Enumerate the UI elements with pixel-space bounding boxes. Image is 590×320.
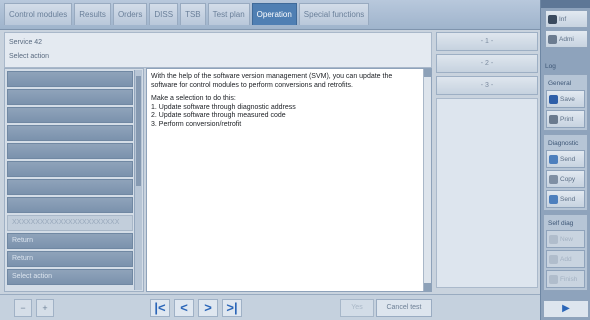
print-button[interactable]: Print bbox=[546, 110, 585, 128]
list-item[interactable] bbox=[7, 71, 133, 87]
diagnostic-group: Diagnostic Send Copy Send bbox=[543, 134, 588, 211]
yes-button[interactable]: Yes bbox=[340, 299, 374, 317]
new-button[interactable]: New bbox=[546, 230, 585, 248]
tab-test-plan[interactable]: Test plan bbox=[207, 3, 250, 25]
tab-operation[interactable]: Operation bbox=[251, 3, 297, 25]
send-2-button[interactable]: Send bbox=[546, 190, 585, 208]
tab-tsb[interactable]: TSB bbox=[180, 3, 206, 25]
log-label: Log bbox=[545, 63, 556, 70]
gear-icon bbox=[548, 34, 557, 44]
tab-orders[interactable]: Orders bbox=[112, 3, 148, 25]
info-icon bbox=[548, 14, 557, 24]
right-sidebar: Inf Admi Log General Save Print Diagnost… bbox=[540, 0, 590, 320]
list-item[interactable] bbox=[7, 89, 133, 105]
save-button[interactable]: Save bbox=[546, 90, 585, 108]
send-icon bbox=[549, 194, 558, 204]
scroll-up-icon[interactable] bbox=[424, 69, 431, 77]
next-button[interactable]: > bbox=[198, 299, 218, 317]
list-item-return[interactable]: Return bbox=[7, 251, 133, 267]
action-list: XXXXXXXXXXXXXXXXXXXXXXX Return Return Se… bbox=[4, 68, 144, 292]
tab-results[interactable]: Results bbox=[74, 3, 111, 25]
print-icon bbox=[549, 114, 558, 124]
add-button[interactable]: Add bbox=[546, 250, 585, 268]
info-button[interactable]: Inf bbox=[545, 10, 588, 28]
service-subtitle: Select action bbox=[9, 53, 50, 60]
copy-icon bbox=[549, 174, 558, 184]
list-scrollbar-thumb[interactable] bbox=[136, 76, 141, 186]
list-item[interactable] bbox=[7, 161, 133, 177]
add-icon bbox=[549, 254, 558, 264]
general-group: General Save Print bbox=[543, 74, 588, 131]
first-page-button[interactable]: |< bbox=[150, 299, 170, 317]
copy-button[interactable]: Copy bbox=[546, 170, 585, 188]
diagnostic-label: Diagnostic bbox=[548, 140, 579, 147]
list-item[interactable]: XXXXXXXXXXXXXXXXXXXXXXX bbox=[7, 215, 133, 231]
step-panel bbox=[436, 98, 538, 288]
step-1-button[interactable]: - 1 - bbox=[436, 32, 538, 51]
step-3-button[interactable]: - 3 - bbox=[436, 76, 538, 95]
option-3-text: 3. Perform conversion/retrofit bbox=[151, 120, 242, 128]
list-item[interactable] bbox=[7, 107, 133, 123]
list-item[interactable] bbox=[7, 143, 133, 159]
list-item-return[interactable]: Return bbox=[7, 233, 133, 249]
tab-special-functions[interactable]: Special functions bbox=[298, 3, 370, 25]
sidebar-header bbox=[541, 0, 590, 8]
self-diagnosis-label: Self diag bbox=[548, 220, 574, 227]
option-2-text: 2. Update software through measured code bbox=[151, 112, 286, 119]
general-label: General bbox=[548, 80, 572, 87]
step-buttons: - 1 - - 2 - - 3 - bbox=[436, 32, 538, 98]
tab-diss[interactable]: DISS bbox=[149, 3, 179, 25]
service-title: Service 42 bbox=[9, 39, 43, 46]
text-scrollbar[interactable] bbox=[423, 69, 431, 291]
list-item[interactable] bbox=[7, 179, 133, 195]
main-tab-bar: Control modules Results Orders DISS TSB … bbox=[0, 0, 540, 30]
send-icon bbox=[549, 154, 558, 164]
list-item[interactable] bbox=[7, 125, 133, 141]
service-header: Service 42 Select action bbox=[4, 32, 432, 68]
zoom-in-icon[interactable]: + bbox=[36, 299, 54, 317]
sidebar-arrow-icon[interactable]: ▶ bbox=[543, 300, 589, 318]
send-button[interactable]: Send bbox=[546, 150, 585, 168]
instruction-intro: With the help of the software version ma… bbox=[151, 73, 393, 89]
scroll-down-icon[interactable] bbox=[424, 283, 431, 291]
list-item[interactable] bbox=[7, 197, 133, 213]
option-1-text: 1. Update software through diagnostic ad… bbox=[151, 103, 296, 111]
previous-button[interactable]: < bbox=[174, 299, 194, 317]
self-diagnosis-group: Self diag New Add Finish bbox=[543, 214, 588, 291]
bottom-navigation-bar: − + |< < > >| Yes Cancel test bbox=[0, 294, 540, 320]
list-scrollbar[interactable] bbox=[134, 70, 142, 290]
new-icon bbox=[549, 234, 558, 244]
instruction-text-panel: With the help of the software version ma… bbox=[146, 68, 432, 292]
zoom-out-icon[interactable]: − bbox=[14, 299, 32, 317]
cancel-test-button[interactable]: Cancel test bbox=[376, 299, 432, 317]
admin-button[interactable]: Admi bbox=[545, 30, 588, 48]
last-page-button[interactable]: >| bbox=[222, 299, 242, 317]
list-item-select-action[interactable]: Select action bbox=[7, 269, 133, 285]
finish-icon bbox=[549, 274, 558, 284]
instruction-prompt: Make a selection to do this: bbox=[151, 95, 236, 102]
app-screen: Control modules Results Orders DISS TSB … bbox=[0, 0, 590, 320]
step-2-button[interactable]: - 2 - bbox=[436, 54, 538, 73]
save-icon bbox=[549, 94, 558, 104]
finish-button[interactable]: Finish bbox=[546, 270, 585, 288]
tab-control-modules[interactable]: Control modules bbox=[4, 3, 73, 25]
